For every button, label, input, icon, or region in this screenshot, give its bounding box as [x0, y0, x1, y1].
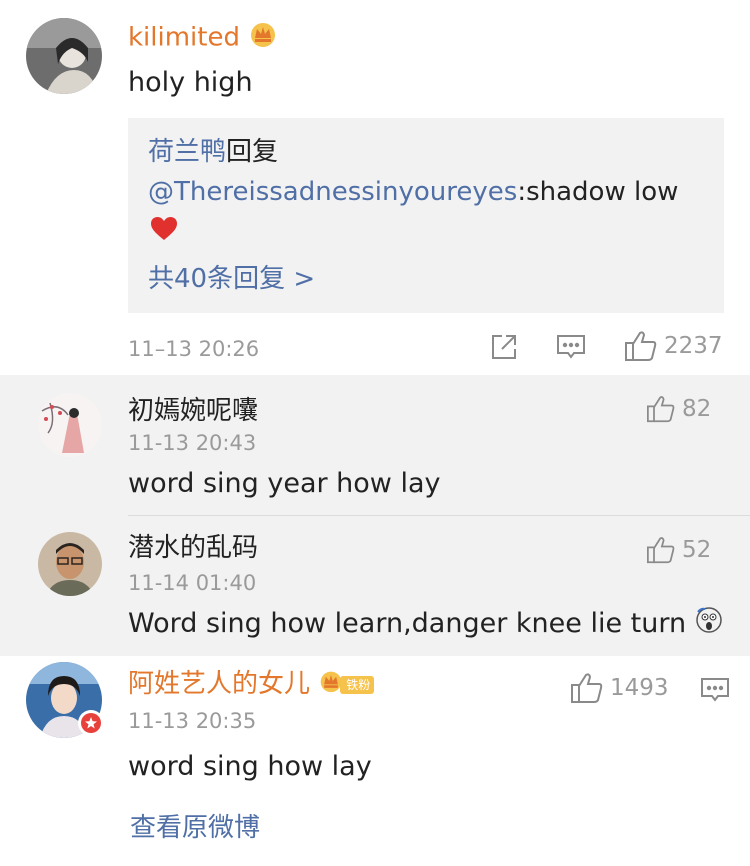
- sub-comment-list: 初嫣婉呢囔 11-13 20:43 word sing year how lay…: [0, 375, 750, 656]
- mention-link[interactable]: @Thereissadnessinyoureyes: [148, 177, 517, 207]
- thumbs-up-icon: [571, 673, 603, 703]
- reply-word: 回复: [226, 137, 279, 167]
- comment-text: Word sing how learn,danger knee lie turn: [128, 606, 723, 643]
- like-count: 2237: [664, 333, 723, 359]
- comment-text: word sing how lay: [128, 751, 372, 782]
- heart-icon: [151, 217, 177, 240]
- like-button[interactable]: 1493: [570, 672, 669, 704]
- like-button[interactable]: 52: [646, 536, 711, 564]
- avatar[interactable]: [38, 532, 102, 596]
- avatar-image: [38, 532, 102, 596]
- reply-text: :shadow low: [517, 177, 679, 207]
- sub-comment-item: 潜水的乱码 11-14 01:40 Word sing how learn,da…: [0, 516, 750, 656]
- username[interactable]: 初嫣婉呢囔: [128, 395, 258, 427]
- username[interactable]: 阿姓艺人的女儿 铁粉: [128, 668, 375, 701]
- comment-button[interactable]: [700, 676, 730, 704]
- comment-button[interactable]: [556, 333, 586, 361]
- like-button[interactable]: 82: [646, 395, 711, 423]
- comment-time: 11-14 01:40: [128, 571, 257, 595]
- thumbs-up-icon: [647, 396, 675, 423]
- scared-face-emoji-icon: [695, 606, 723, 643]
- username[interactable]: 潜水的乱码: [128, 532, 258, 564]
- sub-comment-item: 初嫣婉呢囔 11-13 20:43 word sing year how lay…: [0, 375, 750, 515]
- comment-icon: [701, 678, 729, 702]
- comment-text: holy high: [128, 67, 253, 98]
- verified-badge: [78, 710, 104, 736]
- comment-text: word sing year how lay: [128, 468, 441, 499]
- reply-header: 荷兰鸭回复: [148, 136, 278, 168]
- username[interactable]: kilimited: [128, 20, 278, 56]
- share-button[interactable]: [490, 333, 518, 361]
- reply-author[interactable]: 荷兰鸭: [148, 137, 226, 167]
- avatar-image: [26, 18, 102, 94]
- comment-item: kilimited holy high 荷兰鸭回复 @Thereissadnes…: [0, 0, 750, 375]
- comment-time: 11-13 20:35: [128, 709, 257, 733]
- username-text[interactable]: kilimited: [128, 23, 240, 53]
- comment-icon: [557, 335, 585, 359]
- thumbs-up-icon: [625, 331, 657, 361]
- heart-line: [150, 216, 178, 250]
- verified-star-icon: [81, 713, 101, 733]
- username-text[interactable]: 阿姓艺人的女儿: [128, 669, 310, 699]
- like-count: 52: [682, 537, 712, 563]
- crown-icon: [248, 20, 278, 56]
- reply-body: @Thereissadnessinyoureyes:shadow low: [148, 176, 678, 208]
- comment-item: 阿姓艺人的女儿 铁粉 11-13 20:35 word sing how lay…: [0, 656, 750, 866]
- avatar[interactable]: [26, 18, 102, 94]
- fan-badge: 铁粉: [340, 675, 375, 694]
- comment-time: 11–13 20:26: [128, 337, 260, 361]
- reply-preview[interactable]: 荷兰鸭回复 @Thereissadnessinyoureyes:shadow l…: [128, 118, 724, 313]
- comment-text-content: Word sing how learn,danger knee lie turn: [128, 608, 687, 639]
- view-all-replies-link[interactable]: 共40条回复 >: [148, 263, 315, 295]
- like-count: 82: [682, 396, 712, 422]
- like-count: 1493: [610, 675, 669, 701]
- view-original-post-link[interactable]: 查看原微博: [130, 811, 260, 845]
- thumbs-up-icon: [647, 537, 675, 564]
- avatar[interactable]: [38, 393, 102, 457]
- share-icon: [492, 335, 516, 359]
- like-button[interactable]: 2237: [624, 330, 723, 362]
- avatar-image: [38, 393, 102, 457]
- comment-time: 11-13 20:43: [128, 431, 257, 455]
